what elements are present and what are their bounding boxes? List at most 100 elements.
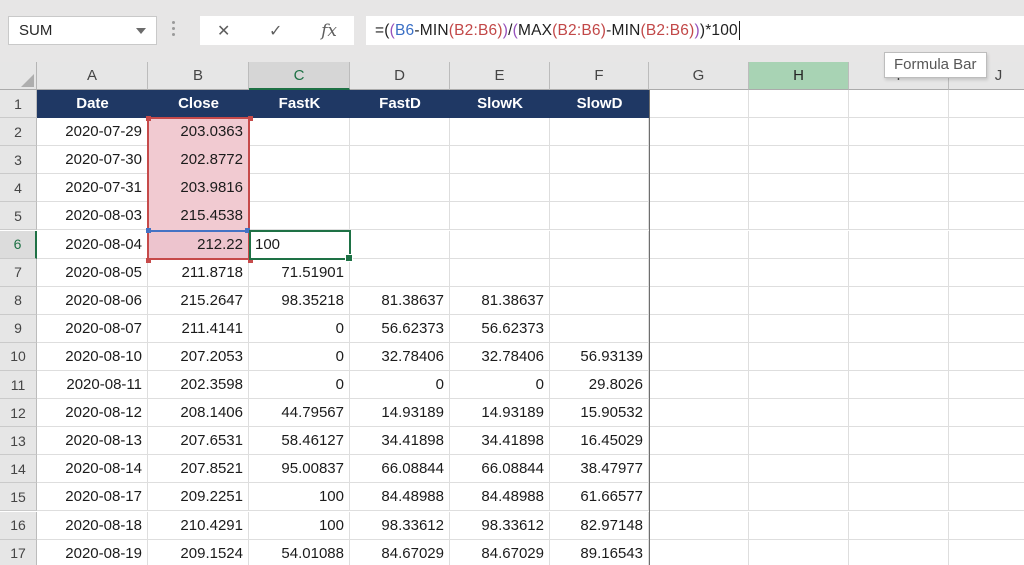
cell-I15[interactable] <box>849 483 949 512</box>
cell-C14[interactable]: 95.00837 <box>249 455 350 484</box>
cell-J17[interactable] <box>949 540 1024 565</box>
cell-G17[interactable] <box>649 539 749 565</box>
cell-I12[interactable] <box>849 399 949 428</box>
cell-E11[interactable]: 0 <box>450 371 550 400</box>
cell-F14[interactable]: 38.47977 <box>550 455 649 484</box>
cell-I8[interactable] <box>849 286 949 315</box>
cell-D9[interactable]: 56.62373 <box>350 314 450 343</box>
cell-G16[interactable] <box>649 511 749 540</box>
cell-J15[interactable] <box>949 483 1024 512</box>
cell-I14[interactable] <box>849 455 949 484</box>
cell-A5[interactable]: 2020-08-03 <box>37 202 148 231</box>
cell-G8[interactable] <box>649 286 749 315</box>
edit-cell-C6[interactable]: 100 <box>249 229 353 262</box>
row-header-17[interactable]: 17 <box>0 539 37 565</box>
cell-C13[interactable]: 58.46127 <box>249 427 350 456</box>
cell-C12[interactable]: 44.79567 <box>249 399 350 428</box>
cell-J9[interactable] <box>949 315 1024 343</box>
cell-E14[interactable]: 66.08844 <box>450 455 550 484</box>
cell-G7[interactable] <box>649 258 749 287</box>
cell-E6[interactable] <box>450 230 550 259</box>
cell-B11[interactable]: 202.3598 <box>148 371 249 400</box>
name-box[interactable]: SUM <box>8 16 157 45</box>
row-header-12[interactable]: 12 <box>0 399 37 428</box>
cell-A3[interactable]: 2020-07-30 <box>37 146 148 175</box>
cell-B4[interactable]: 203.9816 <box>148 174 249 203</box>
cell-J2[interactable] <box>949 118 1024 147</box>
cell-I6[interactable] <box>849 230 949 259</box>
row-header-7[interactable]: 7 <box>0 258 37 287</box>
cell-J12[interactable] <box>949 399 1024 428</box>
cell-I16[interactable] <box>849 511 949 540</box>
cell-I11[interactable] <box>849 371 949 400</box>
column-header-C[interactable]: C <box>249 62 350 90</box>
cell-C9[interactable]: 0 <box>249 314 350 343</box>
column-header-E[interactable]: E <box>450 62 550 90</box>
cell-E13[interactable]: 34.41898 <box>450 427 550 456</box>
cell-C3[interactable] <box>249 146 350 175</box>
cell-D4[interactable] <box>350 174 450 203</box>
cell-F7[interactable] <box>550 258 649 287</box>
column-header-B[interactable]: B <box>148 62 249 90</box>
cell-D14[interactable]: 66.08844 <box>350 455 450 484</box>
cell-H5[interactable] <box>749 202 849 231</box>
cell-G3[interactable] <box>649 146 749 175</box>
cell-H2[interactable] <box>749 118 849 147</box>
row-header-8[interactable]: 8 <box>0 286 37 315</box>
cell-I13[interactable] <box>849 427 949 456</box>
cell-E1[interactable]: SlowK <box>450 90 550 119</box>
cell-J1[interactable] <box>949 90 1024 119</box>
cell-A13[interactable]: 2020-08-13 <box>37 427 148 456</box>
column-header-D[interactable]: D <box>350 62 450 90</box>
cell-A17[interactable]: 2020-08-19 <box>37 539 148 565</box>
row-header-2[interactable]: 2 <box>0 118 37 147</box>
cell-H4[interactable] <box>749 174 849 203</box>
cell-I17[interactable] <box>849 539 949 565</box>
cell-G15[interactable] <box>649 483 749 512</box>
column-header-A[interactable]: A <box>37 62 148 90</box>
cell-F6[interactable] <box>550 230 649 259</box>
cell-A14[interactable]: 2020-08-14 <box>37 455 148 484</box>
cell-B10[interactable]: 207.2053 <box>148 342 249 371</box>
cell-B12[interactable]: 208.1406 <box>148 399 249 428</box>
cell-G14[interactable] <box>649 455 749 484</box>
cell-B6[interactable]: 212.22 <box>148 230 249 259</box>
insert-function-button[interactable]: fx <box>321 21 337 41</box>
cell-B3[interactable]: 202.8772 <box>148 146 249 175</box>
cell-F9[interactable] <box>550 314 649 343</box>
cell-J5[interactable] <box>949 202 1024 231</box>
cell-H8[interactable] <box>749 286 849 315</box>
reference-handle[interactable] <box>146 227 151 233</box>
cell-B16[interactable]: 210.4291 <box>148 511 249 540</box>
cell-I3[interactable] <box>849 146 949 175</box>
fill-handle[interactable] <box>345 253 353 262</box>
cell-F8[interactable] <box>550 286 649 315</box>
cell-G11[interactable] <box>649 371 749 400</box>
cell-A1[interactable]: Date <box>37 90 148 119</box>
cell-B15[interactable]: 209.2251 <box>148 483 249 512</box>
cell-E17[interactable]: 84.67029 <box>450 539 550 565</box>
cell-I7[interactable] <box>849 258 949 287</box>
row-header-11[interactable]: 11 <box>0 371 37 400</box>
cell-J14[interactable] <box>949 455 1024 484</box>
cell-H9[interactable] <box>749 314 849 343</box>
cell-B7[interactable]: 211.8718 <box>148 258 249 287</box>
column-header-H[interactable]: H <box>749 62 849 90</box>
formula-input[interactable]: =((B6-MIN(B2:B6))/(MAX(B2:B6)-MIN(B2:B6)… <box>366 16 1024 45</box>
select-all-button[interactable] <box>0 62 37 90</box>
cell-C11[interactable]: 0 <box>249 371 350 400</box>
cell-A7[interactable]: 2020-08-05 <box>37 258 148 287</box>
cell-I4[interactable] <box>849 174 949 203</box>
cell-C17[interactable]: 54.01088 <box>249 539 350 565</box>
cell-F10[interactable]: 56.93139 <box>550 342 649 371</box>
row-header-13[interactable]: 13 <box>0 427 37 456</box>
row-header-4[interactable]: 4 <box>0 174 37 203</box>
cell-A4[interactable]: 2020-07-31 <box>37 174 148 203</box>
cell-F4[interactable] <box>550 174 649 203</box>
cell-I1[interactable] <box>849 90 949 119</box>
cell-F2[interactable] <box>550 118 649 147</box>
cell-C5[interactable] <box>249 202 350 231</box>
cell-F11[interactable]: 29.8026 <box>550 371 649 400</box>
cell-G9[interactable] <box>649 314 749 343</box>
cell-D6[interactable] <box>350 230 450 259</box>
